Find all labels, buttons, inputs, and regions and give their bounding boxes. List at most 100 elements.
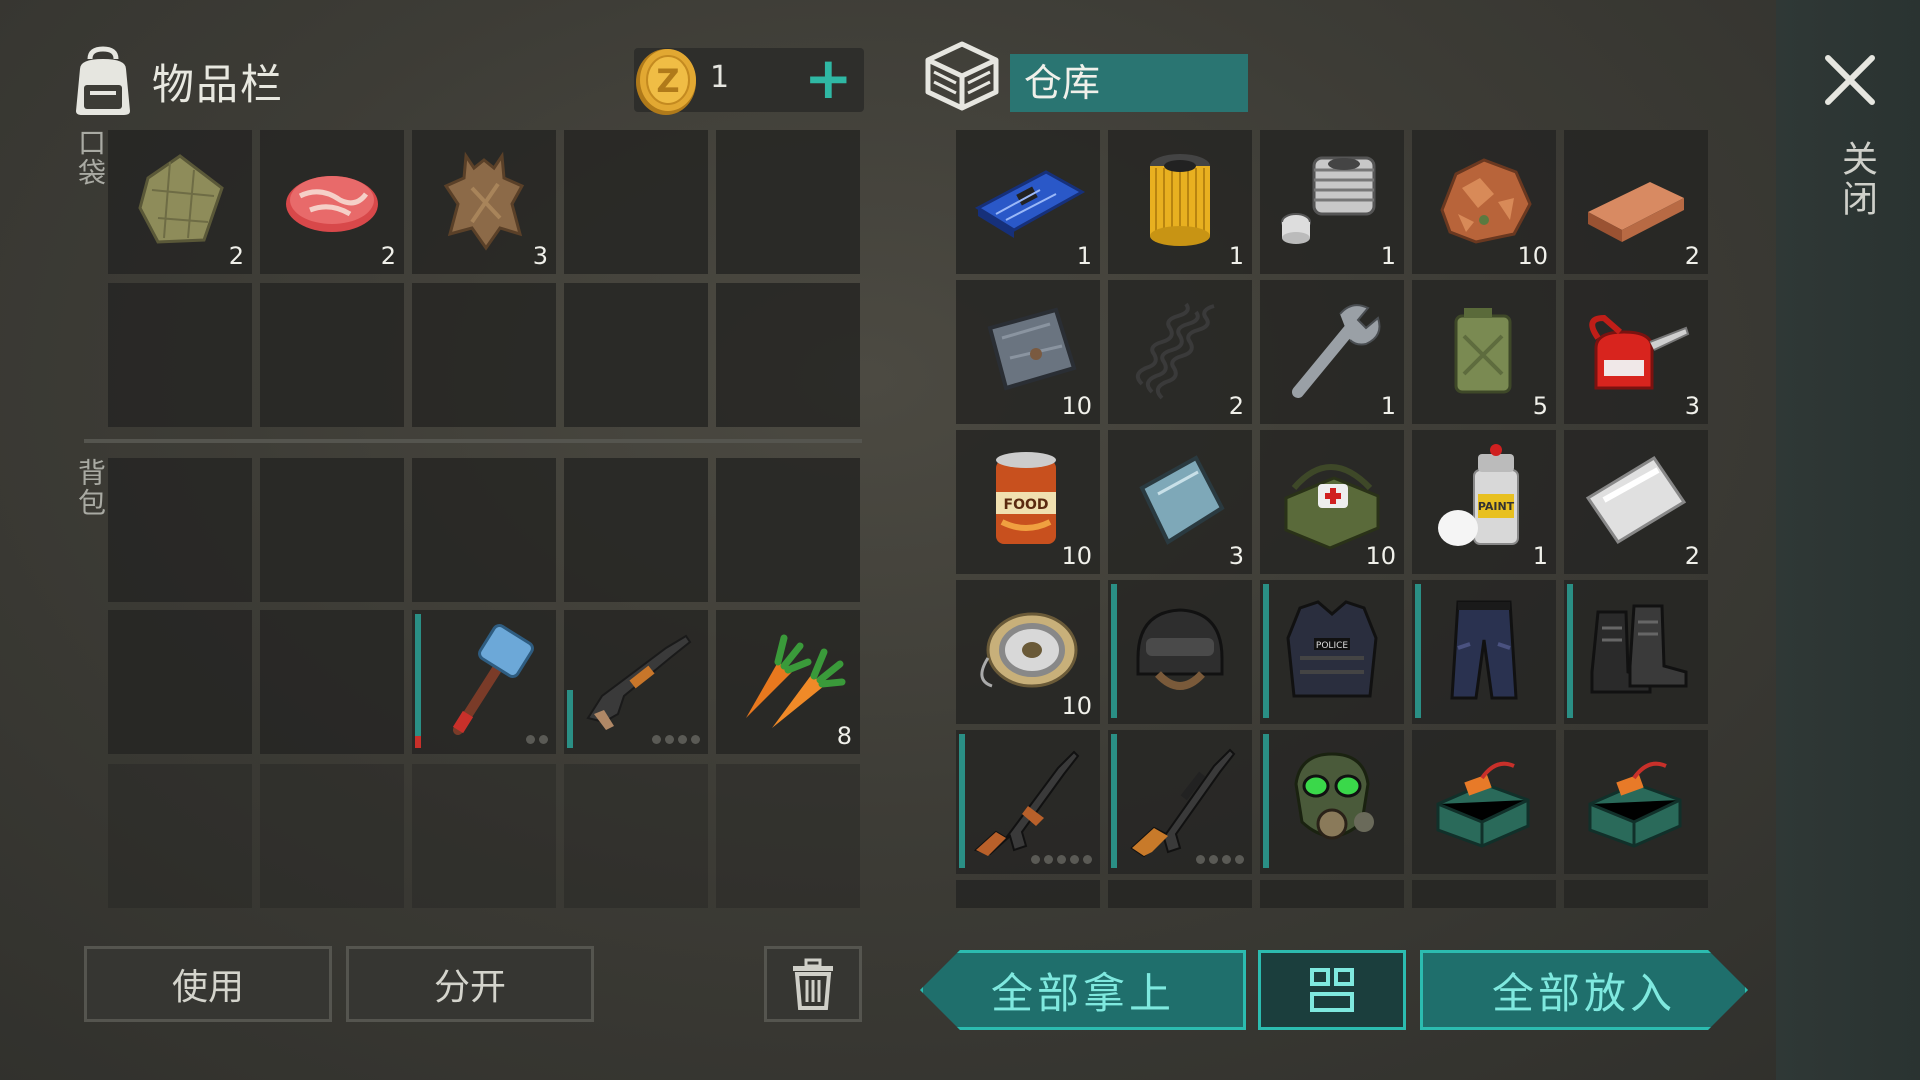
pocket-slot[interactable]: [716, 130, 860, 274]
pocket-slot[interactable]: [108, 283, 252, 427]
engine-cylinder-icon: [1281, 156, 1376, 244]
pocket-slot[interactable]: [412, 283, 556, 427]
backpack-slot[interactable]: [412, 610, 556, 754]
backpack-slot[interactable]: [564, 610, 708, 754]
sort-button[interactable]: [1258, 950, 1406, 1030]
backpack-slot[interactable]: [260, 458, 404, 602]
pocket-label: 口袋: [74, 128, 107, 188]
item-quantity: 10: [1061, 542, 1092, 570]
put-all-button[interactable]: 全部放入: [1420, 950, 1748, 1030]
storage-slot[interactable]: 10: [1412, 130, 1556, 274]
sort-grid-icon: [1310, 968, 1354, 1012]
storage-slot[interactable]: [1412, 730, 1556, 874]
storage-slot[interactable]: 5: [1412, 280, 1556, 424]
spring-icon: [1135, 302, 1215, 400]
item-quantity: 2: [228, 242, 244, 270]
storage-slot[interactable]: [1412, 880, 1556, 908]
storage-slot[interactable]: FOOD 10: [956, 430, 1100, 574]
storage-slot[interactable]: 1: [956, 130, 1100, 274]
inventory-header: 物品栏: [68, 36, 284, 126]
backpack-slot[interactable]: [412, 458, 556, 602]
storage-slot[interactable]: 10: [956, 280, 1100, 424]
jerrycan-icon: [1454, 308, 1512, 394]
storage-slot[interactable]: [1108, 580, 1252, 724]
storage-slot[interactable]: POLICE: [1260, 580, 1404, 724]
storage-slot[interactable]: 1: [1108, 130, 1252, 274]
close-icon[interactable]: [1822, 52, 1878, 108]
combat-boots-icon: [1590, 604, 1688, 694]
item-quantity: 3: [1684, 392, 1700, 420]
storage-slot[interactable]: 10: [956, 580, 1100, 724]
glass-plate-icon: [1139, 455, 1225, 545]
cloth-icon: [138, 154, 224, 244]
storage-slot[interactable]: [1260, 730, 1404, 874]
storage-slot[interactable]: 1: [1260, 130, 1404, 274]
storage-slot[interactable]: [1564, 730, 1708, 874]
pocket-slot[interactable]: [716, 283, 860, 427]
storage-slot[interactable]: [1108, 730, 1252, 874]
storage-slot[interactable]: [1564, 880, 1708, 908]
backpack-slot[interactable]: 8: [716, 610, 860, 754]
backpack-icon: [76, 46, 130, 115]
backpack-slot[interactable]: [108, 458, 252, 602]
storage-slot[interactable]: 10: [1260, 430, 1404, 574]
item-quantity: 10: [1517, 242, 1548, 270]
coin-count: 1: [710, 60, 730, 95]
backpack-slot[interactable]: [716, 458, 860, 602]
item-quantity: 1: [1076, 242, 1092, 270]
storage-slot[interactable]: PAINT 1: [1412, 430, 1556, 574]
storage-slot[interactable]: [956, 880, 1100, 908]
aluminium-plate-icon: [1585, 455, 1687, 545]
durability-bar: [1111, 584, 1117, 718]
durability-bar: [1263, 584, 1269, 718]
trash-button[interactable]: [764, 946, 862, 1022]
pocket-slot[interactable]: [564, 283, 708, 427]
sniper-rifle-icon: [1130, 748, 1236, 858]
add-coins-button[interactable]: +: [804, 46, 853, 110]
svg-text:PAINT: PAINT: [1478, 500, 1515, 513]
item-quantity: 2: [1684, 242, 1700, 270]
ak-rifle-icon: [973, 750, 1080, 856]
svg-text:Z: Z: [656, 62, 679, 100]
storage-slot[interactable]: 2: [1564, 430, 1708, 574]
locked-slot[interactable]: [716, 764, 860, 908]
storage-slot[interactable]: 3: [1564, 280, 1708, 424]
storage-slot[interactable]: [1564, 580, 1708, 724]
storage-slot[interactable]: [1260, 880, 1404, 908]
storage-slot[interactable]: 3: [1108, 430, 1252, 574]
circuit-board-icon: [974, 170, 1086, 238]
locked-slot[interactable]: [260, 764, 404, 908]
use-button[interactable]: 使用: [84, 946, 332, 1022]
take-all-button[interactable]: 全部拿上: [920, 950, 1246, 1030]
backpack-slot[interactable]: [260, 610, 404, 754]
coin-counter: Z 1 +: [634, 46, 864, 115]
storage-slot[interactable]: 1: [1260, 280, 1404, 424]
item-quantity: 10: [1365, 542, 1396, 570]
svg-text:POLICE: POLICE: [1316, 641, 1348, 651]
backpack-slot[interactable]: [108, 610, 252, 754]
animal-hide-icon: [443, 151, 525, 251]
item-quantity: 10: [1061, 392, 1092, 420]
pocket-slot[interactable]: [564, 130, 708, 274]
locked-slot[interactable]: [564, 764, 708, 908]
storage-slot[interactable]: 2: [1108, 280, 1252, 424]
tab-storage[interactable]: 仓库: [1010, 54, 1248, 112]
pocket-grid: 2 2 3: [108, 130, 860, 427]
storage-slot[interactable]: [1412, 580, 1556, 724]
item-quantity: 8: [836, 722, 852, 750]
pocket-slot[interactable]: [260, 283, 404, 427]
section-divider: [84, 439, 862, 443]
pocket-slot[interactable]: 2: [108, 130, 252, 274]
pocket-slot[interactable]: 3: [412, 130, 556, 274]
durability-bar: [567, 690, 573, 748]
storage-slot[interactable]: [956, 730, 1100, 874]
storage-slot[interactable]: [1108, 880, 1252, 908]
split-button[interactable]: 分开: [346, 946, 594, 1022]
close-label[interactable]: 关闭: [1830, 140, 1882, 220]
locked-slot[interactable]: [108, 764, 252, 908]
backpack-slot[interactable]: [564, 458, 708, 602]
storage-slot[interactable]: 2: [1564, 130, 1708, 274]
pocket-slot[interactable]: 2: [260, 130, 404, 274]
locked-slot[interactable]: [412, 764, 556, 908]
item-quantity: 1: [1380, 392, 1396, 420]
